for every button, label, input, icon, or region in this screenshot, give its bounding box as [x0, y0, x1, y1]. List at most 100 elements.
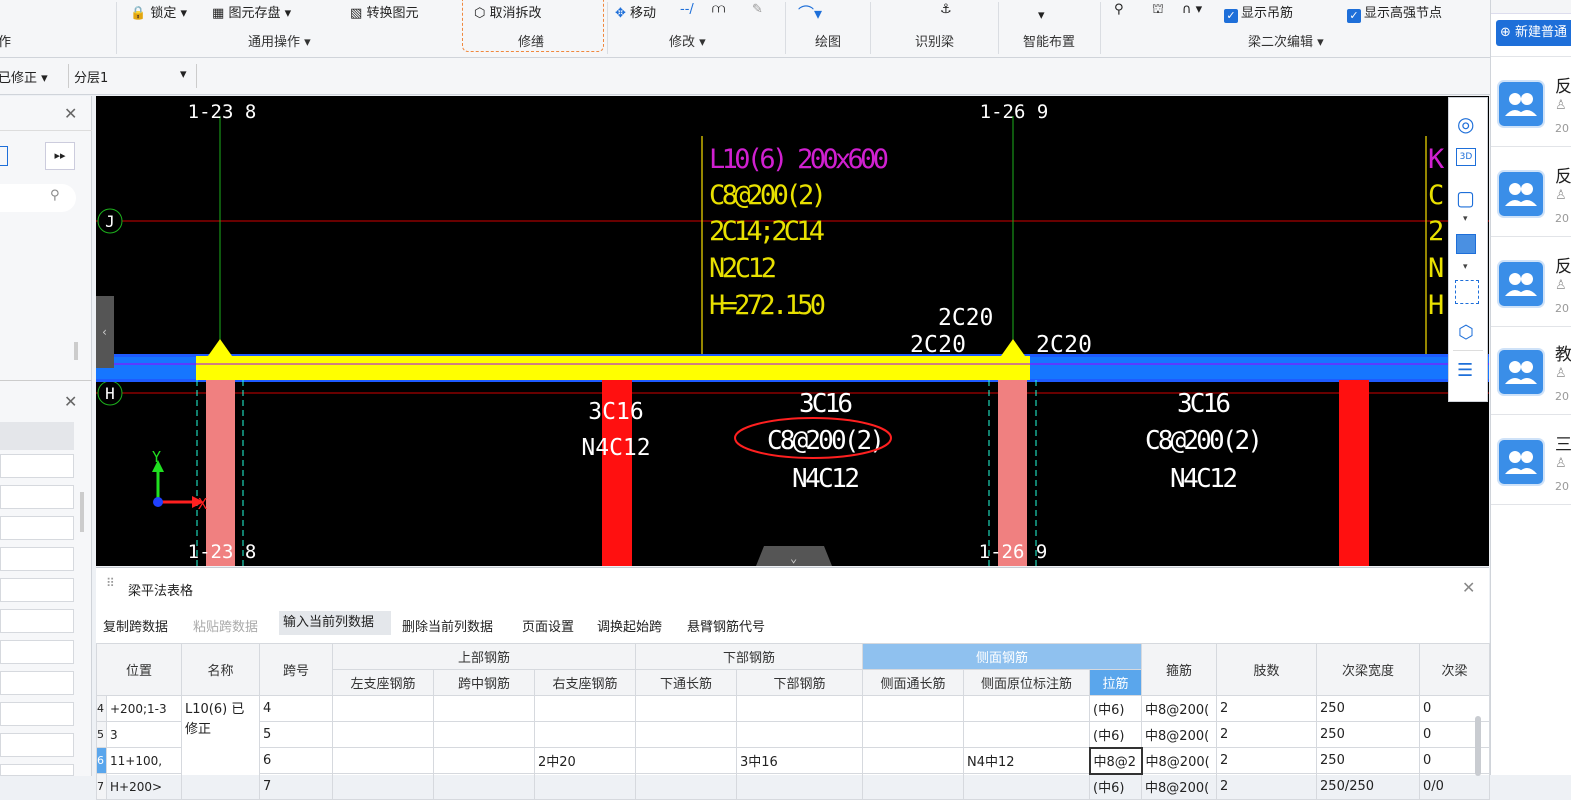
copy-span-data-button[interactable]: 复制跨数据 — [103, 616, 168, 635]
list-item[interactable] — [0, 516, 74, 540]
list-view-icon[interactable]: ☰ — [1457, 360, 1473, 381]
list-item[interactable]: 教 ♙ 20 — [1497, 345, 1571, 436]
convert-element-button[interactable]: ▧ 转换图元 — [350, 2, 418, 21]
delete-column-data-button[interactable]: 删除当前列数据 — [402, 616, 493, 635]
support-left-label: 2C20 — [910, 332, 966, 358]
panel-icon[interactable] — [0, 146, 8, 166]
move-button[interactable]: ✥ 移动 — [615, 2, 656, 21]
checkbox-checked-icon: ✓ — [1224, 9, 1238, 23]
group-modify[interactable]: 修改 ▾ — [669, 31, 706, 50]
drawing-svg: J H 1-23 8 1-26 9 L10(6) 200x600 C8@200(… — [96, 101, 1489, 566]
search-icon: ⚲ — [50, 188, 60, 203]
beam-annotation-stirrup: C8@200(2) — [709, 180, 827, 211]
user-icon: ♙ — [1555, 456, 1567, 471]
col-header-name: 名称 — [181, 643, 261, 696]
table-row[interactable]: 7 H+200> 7 (中6) 中8@200( 2 250/250 0/0 — [96, 773, 1491, 800]
cube-view-icon[interactable]: ▢ — [1456, 186, 1475, 210]
drag-handle-icon[interactable]: ⠿ — [106, 576, 115, 590]
orbit-icon[interactable]: ◎ — [1457, 112, 1474, 136]
col-header-position: 位置 — [95, 643, 183, 696]
group-draw: 绘图 — [815, 35, 842, 50]
offset-icon[interactable]: ⩋ — [712, 2, 725, 17]
hanger-icon[interactable]: ⛫ — [1152, 2, 1164, 19]
new-item-button[interactable]: ⊕ 新建普通 — [1496, 20, 1571, 46]
list-item[interactable] — [0, 547, 74, 571]
beam-annotation-clipped: 2 — [1428, 216, 1444, 247]
box-select-icon[interactable]: ⬡ — [1458, 322, 1474, 343]
chevron-left-icon: ‹ — [101, 325, 108, 339]
list-item[interactable] — [0, 640, 74, 664]
page-setup-button[interactable]: 页面设置 — [522, 616, 574, 635]
list-item[interactable]: 反 ♙ 20 — [1497, 77, 1571, 168]
search-input[interactable]: ⚲ — [0, 184, 76, 212]
col-header-stirrup: 箍筋 — [1141, 643, 1218, 696]
list-item[interactable] — [0, 578, 74, 602]
input-column-data-button[interactable]: 输入当前列数据 — [279, 611, 391, 635]
span3-stirrup-label: C8@200(2) — [1145, 426, 1263, 456]
query-icon[interactable]: ⚲ — [1114, 2, 1124, 17]
smart-layout-dropdown[interactable]: ▾ — [1038, 8, 1045, 23]
list-item[interactable] — [0, 454, 74, 478]
ribbon-cut-label[interactable]: 作 — [0, 31, 11, 50]
show-strong-node-checkbox[interactable]: ✓ 显示高强节点 — [1347, 2, 1442, 23]
arc-draw-icon[interactable]: ⌒▾ — [798, 0, 822, 24]
list-item[interactable]: 反 ♙ 20 — [1497, 257, 1571, 348]
status-dropdown[interactable]: 已修正 ▾ — [0, 67, 48, 86]
extend-icon[interactable]: --/ — [680, 2, 694, 17]
list-item[interactable] — [0, 764, 74, 776]
list-item[interactable] — [0, 671, 74, 695]
col-header-beam-extra: 次梁 — [1419, 643, 1491, 696]
col-header-span: 跨号 — [259, 643, 334, 696]
close-icon[interactable]: ✕ — [1462, 578, 1475, 597]
group-avatar-icon — [1497, 348, 1545, 396]
close-icon[interactable]: ✕ — [64, 104, 77, 123]
group-avatar-icon — [1497, 170, 1545, 218]
span2-side-label: N4C12 — [792, 464, 860, 494]
close-icon[interactable]: ✕ — [64, 392, 77, 411]
chevron-down-icon[interactable]: ▾ — [1463, 262, 1468, 272]
name-cell[interactable]: L10(6) 已修正 — [181, 695, 261, 800]
support-top-label: 2C20 — [938, 305, 993, 331]
list-item[interactable] — [0, 485, 74, 509]
group-beam-second-edit[interactable]: 梁二次编辑 ▾ — [1248, 31, 1324, 50]
table-scrollbar[interactable] — [1475, 716, 1481, 776]
active-cell[interactable]: 中8@2 — [1088, 746, 1143, 775]
identify-beam-icon[interactable]: ⚓ — [940, 2, 952, 17]
show-hanger-checkbox[interactable]: ✓ 显示吊筋 — [1224, 2, 1293, 23]
table-row[interactable]: 4 +200;1-3 L10(6) 已修正 4 (中6) 中8@200( 2 2… — [96, 695, 1491, 800]
list-item[interactable] — [0, 422, 74, 450]
user-icon: ♙ — [1555, 188, 1567, 203]
list-item[interactable]: 三 ♙ 20 — [1497, 435, 1571, 526]
expand-button[interactable]: ▸▸ — [45, 142, 75, 170]
col-header-right-support: 右支座钢筋 — [534, 669, 637, 696]
list-item[interactable] — [0, 733, 74, 757]
swap-start-span-button[interactable]: 调换起始跨 — [597, 616, 662, 635]
column-far-right — [1339, 380, 1369, 566]
fullscreen-icon[interactable] — [1455, 280, 1479, 304]
span1-side-label: N4C12 — [581, 435, 650, 461]
column-left — [206, 380, 235, 566]
axis-label-H: H — [105, 384, 115, 403]
axis-label-bottom-left: 1-23 8 — [188, 541, 257, 563]
drawing-canvas[interactable]: J H 1-23 8 1-26 9 L10(6) 200x600 C8@200(… — [96, 96, 1489, 566]
cantilever-code-button[interactable]: 悬臂钢筋代号 — [687, 616, 765, 635]
list-item[interactable] — [0, 702, 74, 726]
table-row[interactable]: 6 11+100, 6 2中20 3中16 N4中12 中8@2 中8@200(… — [96, 746, 1491, 775]
store-element-button[interactable]: ▦ 图元存盘 ▾ — [212, 2, 291, 21]
column-right — [998, 380, 1027, 566]
lock-button[interactable]: 🔒 锁定 ▾ — [130, 2, 187, 21]
col-header-legs: 肢数 — [1216, 643, 1318, 696]
cancel-split-button[interactable]: ⬡ 取消拆改 — [474, 2, 542, 21]
chevron-down-icon[interactable]: ▾ — [1463, 214, 1468, 224]
list-item[interactable]: 反 ♙ 20 — [1497, 167, 1571, 258]
beam-annotation-clipped: H — [1428, 290, 1444, 321]
table-row[interactable]: 5 3 5 (中6) 中8@200( 2 250 0 — [96, 721, 1491, 748]
solid-view-icon[interactable] — [1456, 234, 1476, 254]
store-icon: ▦ — [212, 6, 225, 21]
view-3d-icon[interactable]: 3D — [1456, 148, 1476, 166]
list-item[interactable] — [0, 609, 74, 633]
hook-icon[interactable]: ∩ ▾ — [1182, 2, 1202, 17]
group-general-ops[interactable]: 通用操作 ▾ — [248, 31, 311, 50]
layer-dropdown[interactable]: 分层1 ▾ — [74, 67, 190, 86]
left-panel: ✕ ▸▸ ⚲ ✕ — [0, 96, 92, 776]
